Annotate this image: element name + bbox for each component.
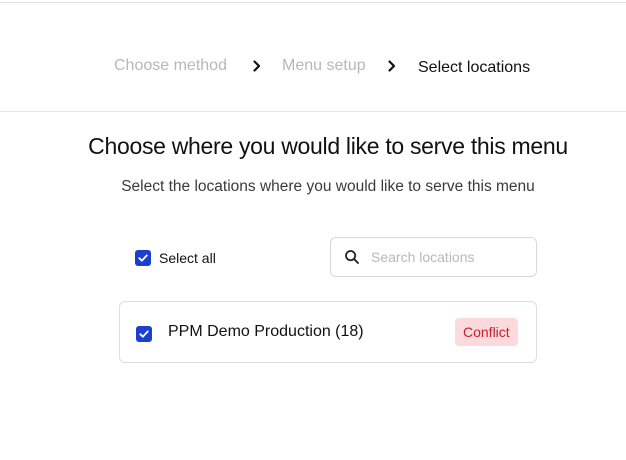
location-card[interactable]: PPM Demo Production (18) Conflict [119,301,537,363]
top-divider [0,2,626,3]
stepper: Choose method Menu setup Select location… [0,50,626,84]
page-subtitle: Select the locations where you would lik… [121,178,535,195]
step-select-locations: Select locations [418,59,531,76]
step-choose-method[interactable]: Choose method [114,57,227,75]
chevron-right-icon [386,59,398,73]
search-field[interactable] [330,237,537,277]
select-all-label: Select all [159,250,216,266]
step-menu-setup[interactable]: Menu setup [282,57,366,75]
checkbox-checked-icon[interactable] [135,250,151,266]
chevron-right-icon [251,59,263,73]
conflict-badge: Conflict [455,318,518,346]
page-title: Choose where you would like to serve thi… [88,133,568,159]
select-all-checkbox[interactable]: Select all [135,249,216,267]
search-input[interactable] [371,249,521,265]
location-name: PPM Demo Production (18) [168,323,364,340]
header-divider [0,111,626,112]
search-icon [344,249,360,265]
checkbox-checked-icon[interactable] [136,326,152,342]
